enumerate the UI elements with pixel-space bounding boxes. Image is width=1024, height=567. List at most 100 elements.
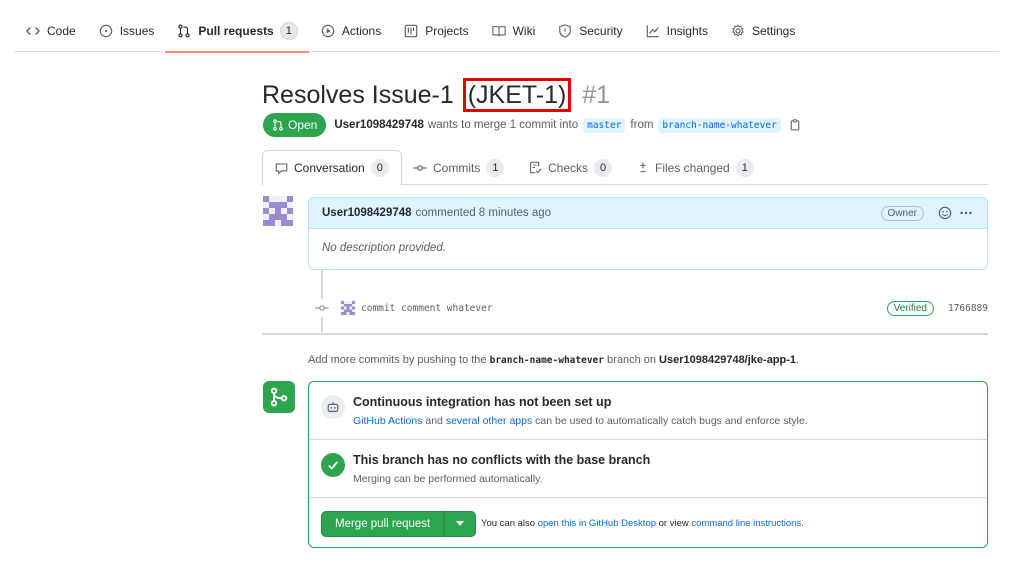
open-in-desktop-link[interactable]: open this in GitHub Desktop [538, 518, 656, 529]
nav-code[interactable]: Code [14, 10, 87, 52]
nav-security-label: Security [579, 23, 623, 38]
nav-settings[interactable]: Settings [719, 10, 806, 52]
code-icon [25, 23, 41, 39]
conflict-subtitle: Merging can be performed automatically. [353, 473, 543, 485]
ci-title: Continuous integration has not been set … [353, 395, 612, 409]
ci-subtitle: GitHub Actions and several other apps ca… [353, 415, 808, 427]
state-label: Open [288, 118, 318, 132]
pr-meta: Open User1098429748 wants to merge 1 com… [263, 113, 801, 137]
nav-pull-requests[interactable]: Pull requests 1 [165, 10, 310, 53]
tab-conversation-count: 0 [370, 159, 389, 177]
comment-action[interactable]: commented 8 minutes ago [416, 207, 552, 219]
nav-projects-label: Projects [425, 23, 469, 38]
state-badge: Open [263, 113, 327, 137]
nav-issues[interactable]: Issues [87, 10, 166, 52]
tab-checks[interactable]: Checks 0 [529, 150, 613, 185]
merge-button-group: Merge pull request [321, 511, 477, 537]
pr-author[interactable]: User1098429748 [334, 119, 424, 131]
hint-mid: or view [658, 518, 689, 529]
comment-icon [275, 162, 288, 175]
avatar[interactable] [263, 196, 293, 226]
nav-actions-label: Actions [341, 23, 382, 38]
shield-icon [557, 23, 573, 39]
tab-files-changed-label: Files changed [655, 160, 730, 175]
hint-suffix: . [801, 518, 804, 529]
check-icon [321, 453, 345, 477]
timeline-divider [262, 333, 988, 335]
pull-requests-count: 1 [279, 21, 298, 40]
pull-request-open-icon [273, 119, 283, 131]
ci-and: and [425, 415, 443, 427]
pr-title: Resolves Issue-1 (JKET-1) #1 [262, 78, 610, 112]
tab-checks-count: 0 [594, 158, 613, 177]
issue-icon [98, 23, 114, 39]
gear-icon [730, 23, 746, 39]
hint-prefix: You can also [481, 518, 536, 529]
pr-tabs: Conversation 0 Commits 1 Checks 0 Files … [262, 150, 988, 186]
book-icon [491, 23, 507, 39]
add-more-prefix: Add more commits by pushing to the [308, 354, 487, 366]
caret-down-icon [456, 521, 465, 526]
base-branch[interactable]: master [583, 117, 626, 133]
conflict-title: This branch has no conflicts with the ba… [353, 453, 651, 467]
add-more-branch: branch-name-whatever [489, 355, 604, 366]
tab-conversation[interactable]: Conversation 0 [262, 150, 402, 186]
robot-icon [321, 395, 345, 419]
other-apps-link[interactable]: several other apps [446, 415, 532, 427]
merge-pull-request-button[interactable]: Merge pull request [321, 511, 445, 537]
add-more-middle: branch on [607, 354, 656, 366]
merge-hint: You can also open this in GitHub Desktop… [481, 518, 804, 529]
nav-pull-requests-label: Pull requests [198, 23, 274, 38]
nav-wiki-label: Wiki [512, 23, 536, 38]
tab-commits[interactable]: Commits 1 [413, 150, 505, 185]
pr-title-text: Resolves Issue-1 [262, 81, 454, 109]
nav-security[interactable]: Security [546, 10, 633, 52]
nav-insights[interactable]: Insights [634, 10, 719, 52]
pr-number: #1 [582, 81, 611, 109]
nav-insights-label: Insights [666, 23, 708, 38]
graph-icon [645, 23, 661, 39]
comment-box: User1098429748 commented 8 minutes ago O… [308, 197, 988, 270]
commit-icon [313, 299, 331, 317]
merge-box: Continuous integration has not been set … [308, 381, 988, 548]
owner-badge: Owner [880, 205, 924, 221]
git-merge-icon [263, 381, 295, 413]
nav-actions[interactable]: Actions [309, 10, 392, 52]
commit-icon [413, 161, 427, 175]
command-line-instructions-link[interactable]: command line instructions [691, 518, 801, 529]
head-branch[interactable]: branch-name-whatever [658, 117, 781, 133]
merge-text-1: wants to merge 1 commit into [427, 119, 579, 131]
comment-author[interactable]: User1098429748 [322, 207, 412, 219]
add-more-repo[interactable]: User1098429748/jke-app-1 [659, 354, 796, 366]
nav-issues-label: Issues [119, 23, 155, 38]
commit-message[interactable]: commit comment whatever [361, 303, 493, 314]
kebab-menu-icon[interactable] [958, 206, 974, 220]
repo-nav: Code Issues Pull requests 1 Actions Proj… [14, 10, 999, 53]
comment-body: No description provided. [322, 242, 447, 254]
commit-sha[interactable]: 1766889 [948, 303, 988, 314]
nav-wiki[interactable]: Wiki [480, 10, 547, 52]
ci-status-section: Continuous integration has not been set … [309, 382, 987, 440]
copy-icon[interactable] [789, 119, 801, 131]
merge-action-section: Merge pull request You can also open thi… [309, 498, 987, 548]
conflicts-section: This branch has no conflicts with the ba… [309, 440, 987, 498]
nav-projects[interactable]: Projects [392, 10, 479, 52]
verified-badge[interactable]: Verified [886, 300, 934, 316]
comment-header: User1098429748 commented 8 minutes ago O… [309, 198, 987, 229]
merge-method-dropdown[interactable] [444, 511, 477, 537]
issue-key-highlight: (JKET-1) [462, 78, 572, 112]
nav-code-label: Code [47, 23, 76, 38]
project-icon [403, 23, 419, 39]
tab-files-changed[interactable]: Files changed 1 [637, 150, 754, 185]
merge-text-2: from [630, 119, 654, 131]
github-actions-link[interactable]: GitHub Actions [353, 415, 422, 427]
smiley-icon[interactable] [938, 206, 952, 220]
tab-commits-label: Commits [433, 160, 481, 175]
tab-checks-label: Checks [548, 160, 589, 175]
add-more-suffix: . [796, 354, 800, 366]
tab-commits-count: 1 [486, 158, 505, 177]
play-icon [320, 23, 336, 39]
add-more-commits-note: Add more commits by pushing to the branc… [308, 354, 799, 366]
tab-files-changed-count: 1 [735, 158, 754, 177]
commit-author-avatar[interactable] [341, 301, 355, 315]
